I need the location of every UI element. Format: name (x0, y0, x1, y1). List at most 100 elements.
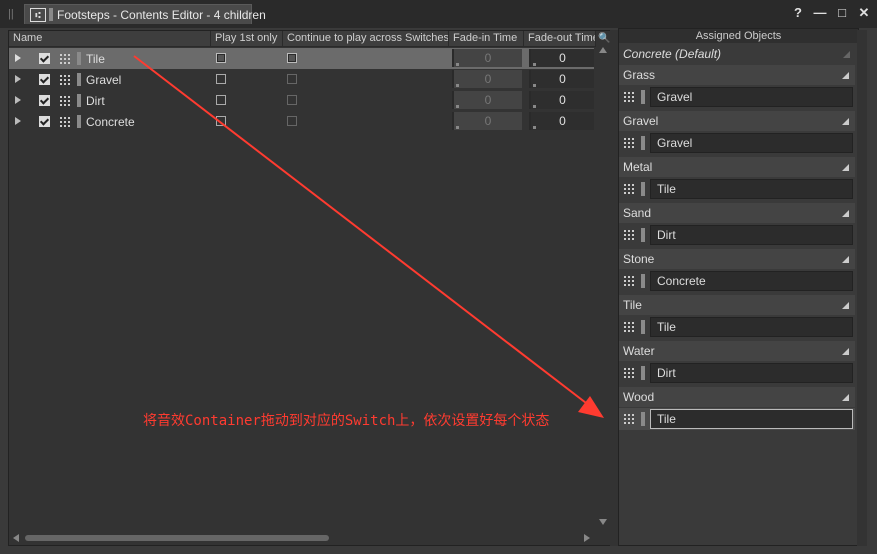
expand-arrow-icon[interactable] (15, 96, 21, 104)
switch-label: Tile (623, 298, 642, 312)
object-field[interactable]: Gravel (650, 87, 853, 107)
expand-arrow-icon[interactable] (15, 117, 21, 125)
continue-checkbox[interactable] (287, 116, 297, 126)
color-bar (77, 52, 81, 65)
continue-checkbox[interactable] (287, 53, 297, 63)
table-row[interactable]: Tile 0 0 (9, 48, 594, 69)
continue-checkbox[interactable] (287, 95, 297, 105)
fade-in-field[interactable]: 0 (452, 49, 522, 67)
object-field[interactable]: Tile (650, 409, 853, 429)
color-bar (49, 8, 53, 21)
column-header-fade-in[interactable]: Fade-in Time (449, 31, 524, 47)
column-header-name[interactable]: Name (9, 31, 211, 47)
collapse-icon[interactable] (842, 72, 849, 79)
sound-grid-icon (624, 321, 635, 332)
scroll-right-icon[interactable] (584, 534, 590, 542)
collapse-icon[interactable] (842, 302, 849, 309)
color-bar (77, 94, 81, 107)
column-header-play-first[interactable]: Play 1st only (211, 31, 283, 47)
enabled-checkbox[interactable] (39, 74, 50, 85)
editor-tab[interactable]: ⑆ Footsteps - Contents Editor - 4 childr… (24, 4, 266, 24)
switch-header[interactable]: Wood (619, 387, 855, 407)
continue-checkbox[interactable] (287, 74, 297, 84)
horizontal-scrollbar[interactable] (9, 531, 596, 545)
collapse-icon[interactable] (843, 51, 850, 58)
sound-grid-icon (60, 53, 71, 64)
object-field[interactable]: Dirt (650, 225, 853, 245)
switch-label: Grass (623, 68, 656, 82)
play-first-checkbox[interactable] (216, 74, 226, 84)
close-button[interactable]: ✕ (856, 5, 872, 21)
object-field[interactable]: Concrete (650, 271, 853, 291)
object-field[interactable]: Tile (650, 179, 853, 199)
switch-header[interactable]: Water (619, 341, 855, 361)
collapse-icon[interactable] (842, 256, 849, 263)
maximize-button[interactable]: □ (834, 5, 850, 21)
fade-out-field[interactable]: 0 (529, 112, 594, 130)
collapse-icon[interactable] (842, 348, 849, 355)
scroll-thumb[interactable] (25, 535, 329, 541)
column-header-fade-out[interactable]: Fade-out Time (524, 31, 596, 47)
sound-grid-icon (624, 229, 635, 240)
table-row[interactable]: Dirt 0 0 (9, 90, 594, 111)
play-first-checkbox[interactable] (216, 95, 226, 105)
switch-label: Gravel (623, 114, 659, 128)
assigned-object[interactable]: Gravel (619, 86, 855, 108)
sound-grid-icon (624, 413, 635, 424)
assigned-object[interactable]: Tile (619, 178, 855, 200)
assigned-object[interactable]: Concrete (619, 270, 855, 292)
search-icon[interactable]: 🔍 (598, 33, 610, 44)
fade-out-field[interactable]: 0 (529, 70, 594, 88)
table-row[interactable]: Gravel 0 0 (9, 69, 594, 90)
enabled-checkbox[interactable] (39, 95, 50, 106)
assigned-object[interactable]: Dirt (619, 224, 855, 246)
collapse-icon[interactable] (842, 210, 849, 217)
help-button[interactable]: ? (790, 5, 806, 21)
assigned-object[interactable]: Dirt (619, 362, 855, 384)
switch-header[interactable]: Grass (619, 65, 855, 85)
switch-header[interactable]: Stone (619, 249, 855, 269)
assigned-object[interactable]: Tile (619, 316, 855, 338)
scroll-down-icon[interactable] (599, 519, 607, 525)
collapse-icon[interactable] (842, 118, 849, 125)
fade-in-field[interactable]: 0 (452, 112, 522, 130)
expand-arrow-icon[interactable] (15, 75, 21, 83)
collapse-icon[interactable] (842, 164, 849, 171)
expand-arrow-icon[interactable] (15, 54, 21, 62)
object-field[interactable]: Dirt (650, 363, 853, 383)
row-name: Dirt (86, 94, 105, 108)
fade-in-field[interactable]: 0 (452, 70, 522, 88)
scroll-up-icon[interactable] (599, 47, 607, 53)
editor-tab-title: Footsteps - Contents Editor - 4 children (57, 8, 266, 22)
play-first-checkbox[interactable] (216, 53, 226, 63)
fade-out-field[interactable]: 0 (529, 91, 594, 109)
play-first-checkbox[interactable] (216, 116, 226, 126)
drag-grip-icon[interactable]: || (8, 8, 14, 20)
fade-in-field[interactable]: 0 (452, 91, 522, 109)
table-row[interactable]: Concrete 0 0 (9, 111, 594, 132)
contents-list: Name Play 1st only Continue to play acro… (8, 30, 610, 546)
switch-header[interactable]: Metal (619, 157, 855, 177)
scroll-left-icon[interactable] (13, 534, 19, 542)
vertical-scrollbar[interactable]: 🔍 (596, 31, 610, 545)
assigned-object[interactable]: Tile (619, 408, 855, 430)
object-field[interactable]: Tile (650, 317, 853, 337)
collapse-icon[interactable] (842, 394, 849, 401)
switch-header[interactable]: Sand (619, 203, 855, 223)
switch-header[interactable]: Gravel (619, 111, 855, 131)
right-scrollbar[interactable] (857, 30, 867, 546)
object-field[interactable]: Gravel (650, 133, 853, 153)
column-header-continue[interactable]: Continue to play across Switches (283, 31, 449, 47)
color-bar (641, 90, 645, 104)
minimize-button[interactable]: — (812, 5, 828, 21)
switch-header[interactable]: Tile (619, 295, 855, 315)
pane-splitter[interactable] (610, 30, 618, 546)
enabled-checkbox[interactable] (39, 116, 50, 127)
switch-label: Sand (623, 206, 652, 220)
fade-out-field[interactable]: 0 (529, 49, 594, 67)
switch-label: Wood (623, 390, 655, 404)
color-bar (641, 366, 645, 380)
sound-grid-icon (60, 95, 71, 106)
assigned-object[interactable]: Gravel (619, 132, 855, 154)
enabled-checkbox[interactable] (39, 53, 50, 64)
